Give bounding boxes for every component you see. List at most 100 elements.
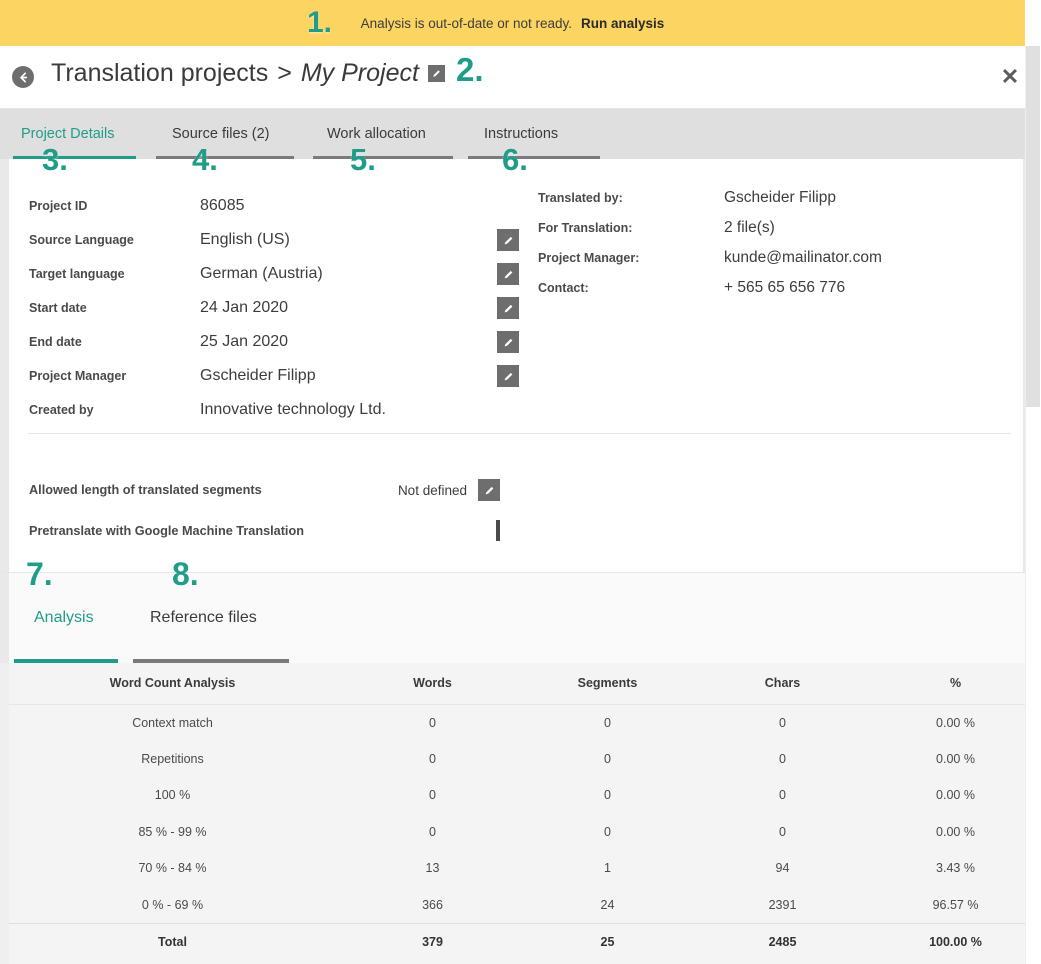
annotation-6: 6. bbox=[502, 142, 528, 177]
option-label: Allowed length of translated segments bbox=[29, 483, 262, 497]
cell-category: 70 % - 84 % bbox=[0, 850, 345, 887]
cell-category: 85 % - 99 % bbox=[0, 813, 345, 850]
cell-words: 0 bbox=[345, 777, 520, 814]
edit-holder bbox=[497, 297, 519, 319]
banner-content: Analysis is out-of-date or not ready. Ru… bbox=[361, 16, 665, 31]
cell-segments: 0 bbox=[520, 813, 695, 850]
cell-percent: 0.00 % bbox=[870, 740, 1041, 777]
tab-label: Source files (2) bbox=[172, 126, 270, 142]
col-header-chars: Chars bbox=[695, 663, 870, 705]
table-row: Repetitions 0 0 0 0.00 % bbox=[0, 740, 1041, 777]
panel-scrollbar-left[interactable] bbox=[0, 159, 9, 572]
run-analysis-link[interactable]: Run analysis bbox=[581, 16, 664, 31]
detail-row-source-language: Source Language English (US) bbox=[29, 223, 519, 257]
detail-value: 25 Jan 2020 bbox=[200, 333, 289, 350]
cell-words: 13 bbox=[345, 850, 520, 887]
breadcrumb-current: My Project bbox=[300, 59, 419, 87]
edit-holder bbox=[497, 331, 519, 353]
table-total-row: Total 379 25 2485 100.00 % bbox=[0, 922, 1041, 960]
option-row-pretranslate: Pretranslate with Google Machine Transla… bbox=[29, 520, 500, 541]
cell-segments: 25 bbox=[520, 922, 695, 960]
breadcrumb-root[interactable]: Translation projects bbox=[51, 59, 268, 88]
detail-row-created-by: Created by Innovative technology Ltd. bbox=[29, 393, 519, 427]
detail-label: Start date bbox=[29, 301, 87, 315]
pencil-icon[interactable] bbox=[497, 229, 519, 251]
detail-label: Source Language bbox=[29, 233, 134, 247]
annotation-7: 7. bbox=[26, 556, 53, 592]
detail-value: Gscheider Filipp bbox=[200, 367, 316, 384]
page-scrollbar-track[interactable] bbox=[1025, 46, 1041, 964]
detail-label: Project Manager bbox=[29, 369, 127, 383]
detail-row-project-id: Project ID 86085 bbox=[29, 189, 519, 223]
table-scrollbar-left[interactable] bbox=[0, 663, 9, 964]
detail-value: 86085 bbox=[200, 197, 245, 214]
cell-category: Total bbox=[0, 922, 345, 960]
edit-holder bbox=[478, 479, 500, 501]
summary-value: 2 file(s) bbox=[724, 219, 775, 236]
cell-words: 379 bbox=[345, 922, 520, 960]
annotation-4: 4. bbox=[192, 142, 218, 177]
cell-percent: 96.57 % bbox=[870, 886, 1041, 923]
cell-percent: 0.00 % bbox=[870, 813, 1041, 850]
col-header-words: Words bbox=[345, 663, 520, 705]
summary-value: Gscheider Filipp bbox=[724, 189, 836, 206]
subtab-label: Reference files bbox=[150, 609, 257, 626]
table-row: 85 % - 99 % 0 0 0 0.00 % bbox=[0, 813, 1041, 850]
summary-value: kunde@mailinator.com bbox=[724, 249, 882, 266]
cell-words: 0 bbox=[345, 813, 520, 850]
pencil-icon[interactable] bbox=[478, 479, 500, 501]
table-row: 0 % - 69 % 366 24 2391 96.57 % bbox=[0, 886, 1041, 923]
detail-label: Project ID bbox=[29, 199, 88, 213]
cell-words: 0 bbox=[345, 740, 520, 777]
option-label: Pretranslate with Google Machine Transla… bbox=[29, 524, 304, 538]
project-details-panel: Project ID 86085 Source Language English… bbox=[0, 159, 1041, 572]
subtab-reference-files[interactable]: Reference files bbox=[150, 609, 257, 637]
summary-label: For Translation: bbox=[538, 221, 633, 235]
summary-value: + 565 65 656 776 bbox=[724, 279, 846, 296]
pretranslate-checkbox[interactable] bbox=[496, 520, 500, 541]
app-root: Analysis is out-of-date or not ready. Ru… bbox=[0, 0, 1041, 964]
back-arrow-icon[interactable] bbox=[12, 66, 34, 88]
cell-words: 0 bbox=[345, 704, 520, 741]
subtab-analysis[interactable]: Analysis bbox=[34, 609, 94, 637]
table-row: Context match 0 0 0 0.00 % bbox=[0, 704, 1041, 741]
tab-work-allocation[interactable]: Work allocation bbox=[327, 109, 426, 159]
summary-row-project-manager: Project Manager: kunde@mailinator.com bbox=[538, 249, 882, 279]
subtabs-scrollbar-left[interactable] bbox=[0, 573, 9, 664]
pencil-icon[interactable] bbox=[427, 65, 445, 82]
close-icon[interactable]: ✕ bbox=[997, 64, 1023, 90]
detail-value: 24 Jan 2020 bbox=[200, 299, 289, 316]
summary-label: Project Manager: bbox=[538, 251, 640, 265]
cell-percent: 100.00 % bbox=[870, 922, 1041, 960]
page-scrollbar-thumb[interactable] bbox=[1026, 46, 1040, 407]
cell-chars: 0 bbox=[695, 777, 870, 814]
secondary-tab-strip: Analysis Reference files bbox=[0, 572, 1041, 664]
tab-source-files[interactable]: Source files (2) bbox=[172, 109, 270, 159]
cell-chars: 2391 bbox=[695, 886, 870, 923]
pencil-icon[interactable] bbox=[497, 263, 519, 285]
cell-chars: 0 bbox=[695, 704, 870, 741]
cell-chars: 94 bbox=[695, 850, 870, 887]
cell-percent: 0.00 % bbox=[870, 704, 1041, 741]
tab-label: Work allocation bbox=[327, 126, 426, 142]
detail-row-target-language: Target language German (Austria) bbox=[29, 257, 519, 291]
details-left-column: Project ID 86085 Source Language English… bbox=[29, 189, 519, 427]
analysis-warning-banner: Analysis is out-of-date or not ready. Ru… bbox=[0, 0, 1025, 46]
detail-row-project-manager: Project Manager Gscheider Filipp bbox=[29, 359, 519, 393]
edit-holder bbox=[497, 229, 519, 251]
detail-value: English (US) bbox=[200, 231, 290, 248]
cell-segments: 0 bbox=[520, 777, 695, 814]
details-right-column: Translated by: Gscheider Filipp For Tran… bbox=[538, 189, 882, 309]
pencil-icon[interactable] bbox=[497, 331, 519, 353]
cell-words: 366 bbox=[345, 886, 520, 923]
detail-label: Target language bbox=[29, 267, 125, 281]
pencil-icon[interactable] bbox=[497, 297, 519, 319]
annotation-1: 1. bbox=[307, 6, 333, 39]
pencil-icon[interactable] bbox=[497, 365, 519, 387]
cell-chars: 0 bbox=[695, 813, 870, 850]
table-body: Context match 0 0 0 0.00 % Repetitions 0… bbox=[0, 704, 1041, 960]
annotation-8: 8. bbox=[172, 556, 199, 592]
summary-label: Contact: bbox=[538, 281, 589, 295]
edit-holder bbox=[497, 263, 519, 285]
checkbox-holder bbox=[496, 520, 500, 541]
